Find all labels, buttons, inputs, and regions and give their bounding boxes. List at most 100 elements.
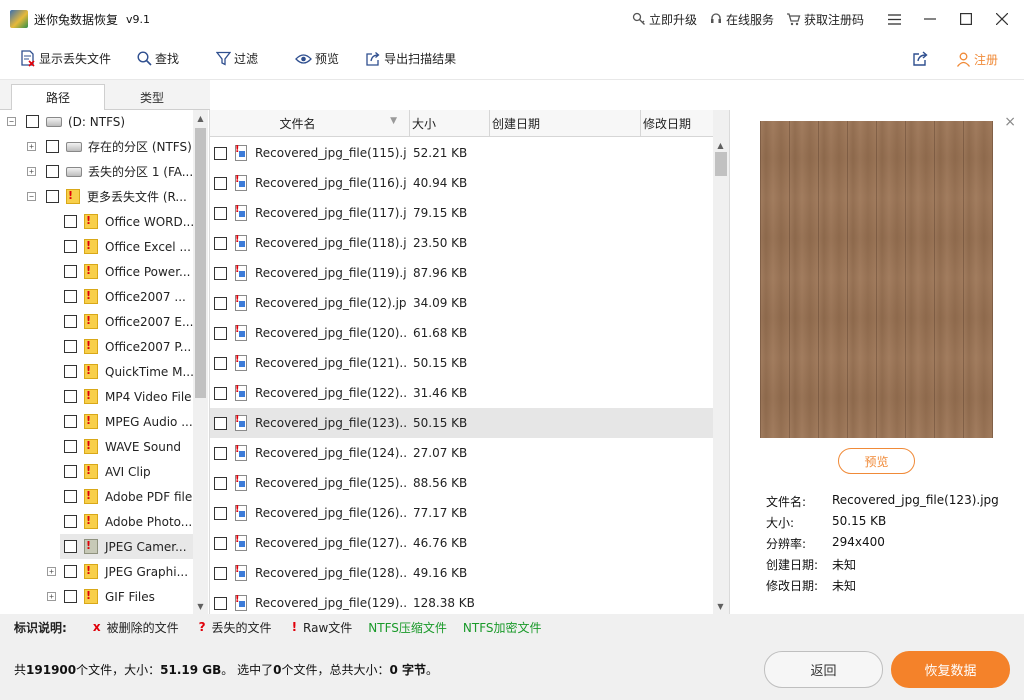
file-checkbox[interactable] [214, 146, 227, 160]
column-header-name[interactable]: 文件名 ▼ [210, 110, 410, 137]
upgrade-link[interactable]: 立即升级 [632, 11, 697, 28]
tree-checkbox[interactable] [64, 265, 77, 278]
tree-checkbox[interactable] [64, 465, 77, 478]
expand-toggle-icon[interactable]: + [47, 567, 56, 576]
tree-item-adobe-pdf[interactable]: Adobe PDF file [48, 484, 194, 509]
tree-item-office-powerpoint[interactable]: Office Power... [48, 259, 194, 284]
menu-button[interactable] [876, 0, 912, 38]
minimize-button[interactable] [912, 0, 948, 38]
tree-item-quicktime[interactable]: QuickTime M... [48, 359, 194, 384]
file-row[interactable]: Recovered_jpg_file(124).... 27.07 KB [210, 438, 714, 468]
tree-root-row[interactable]: − (D: NTFS) [0, 110, 125, 134]
file-row[interactable]: Recovered_jpg_file(125).... 88.56 KB [210, 468, 714, 498]
file-row[interactable]: Recovered_jpg_file(123).... 50.15 KB [210, 408, 714, 438]
find-button[interactable]: 查找 [137, 38, 179, 80]
file-checkbox[interactable] [214, 506, 227, 520]
file-row[interactable]: Recovered_jpg_file(128).... 49.16 KB [210, 558, 714, 588]
share-button[interactable] [912, 38, 932, 80]
register-button[interactable]: 注册 [956, 38, 998, 80]
tree-checkbox[interactable] [46, 190, 59, 203]
scroll-up-arrow-icon[interactable]: ▲ [193, 110, 208, 126]
file-checkbox[interactable] [214, 476, 227, 490]
tree-checkbox[interactable] [64, 415, 77, 428]
file-checkbox[interactable] [214, 296, 227, 310]
preview-button[interactable]: 预览 [295, 38, 339, 80]
tree-node-existing-partition[interactable]: + 存在的分区 (NTFS) [0, 134, 192, 159]
tree-checkbox[interactable] [26, 115, 39, 128]
file-checkbox[interactable] [214, 326, 227, 340]
file-row[interactable]: Recovered_jpg_file(121).... 50.15 KB [210, 348, 714, 378]
file-row[interactable]: Recovered_jpg_file(117).j... 79.15 KB [210, 198, 714, 228]
tree-node-lost-partition[interactable]: + 丢失的分区 1 (FA... [0, 159, 193, 184]
column-header-modified[interactable]: 修改日期 [641, 110, 714, 137]
expand-toggle-icon[interactable]: + [27, 167, 36, 176]
file-row[interactable]: Recovered_jpg_file(129).... 128.38 KB [210, 588, 714, 614]
tree-checkbox[interactable] [64, 240, 77, 253]
tree-checkbox[interactable] [64, 365, 77, 378]
tree-checkbox[interactable] [64, 390, 77, 403]
back-button[interactable]: 返回 [764, 651, 883, 688]
tab-type[interactable]: 类型 [105, 84, 199, 110]
filter-button[interactable]: 过滤 [216, 38, 258, 80]
file-row[interactable]: Recovered_jpg_file(120).... 61.68 KB [210, 318, 714, 348]
tree-checkbox[interactable] [64, 290, 77, 303]
tree-item-office2007-powerpoint[interactable]: Office2007 P... [48, 334, 194, 359]
expand-toggle-icon[interactable]: + [27, 142, 36, 151]
tree-checkbox[interactable] [46, 140, 59, 153]
tree-item-wave-sound[interactable]: WAVE Sound [48, 434, 194, 459]
tree-checkbox[interactable] [64, 215, 77, 228]
column-header-created[interactable]: 创建日期 [490, 110, 641, 137]
tree-checkbox[interactable] [64, 490, 77, 503]
file-row[interactable]: Recovered_jpg_file(119).j... 87.96 KB [210, 258, 714, 288]
get-code-link[interactable]: 获取注册码 [786, 11, 864, 28]
show-lost-files-button[interactable]: 显示丢失文件 [20, 38, 111, 80]
file-checkbox[interactable] [214, 416, 227, 430]
expand-toggle-icon[interactable]: + [47, 592, 56, 601]
tree-scrollbar-thumb[interactable] [195, 128, 206, 398]
scroll-up-arrow-icon[interactable]: ▲ [713, 137, 728, 153]
file-checkbox[interactable] [214, 236, 227, 250]
tree-item-office2007-excel[interactable]: Office2007 E... [48, 309, 194, 334]
file-row[interactable]: Recovered_jpg_file(12).jpg 34.09 KB [210, 288, 714, 318]
tree-item-office-excel[interactable]: Office Excel ... [48, 234, 194, 259]
tree-item-office-word[interactable]: Office WORD... [48, 209, 194, 234]
tree-item-jpeg-camera[interactable]: JPEG Camer... [60, 534, 194, 559]
file-checkbox[interactable] [214, 596, 227, 610]
tree-checkbox[interactable] [64, 315, 77, 328]
recover-data-button[interactable]: 恢复数据 [891, 651, 1010, 688]
column-header-size[interactable]: 大小 [410, 110, 490, 137]
tree-checkbox[interactable] [64, 515, 77, 528]
file-list-scrollbar-thumb[interactable] [715, 152, 727, 176]
tree-item-gif-files[interactable]: + GIF Files [44, 584, 194, 609]
online-service-link[interactable]: 在线服务 [709, 11, 774, 28]
file-checkbox[interactable] [214, 266, 227, 280]
tree-node-more-lost-files[interactable]: − 更多丢失文件 (R... [0, 184, 187, 209]
preview-image-button[interactable]: 预览 [838, 448, 915, 474]
tree-checkbox[interactable] [64, 440, 77, 453]
collapse-toggle-icon[interactable]: − [27, 192, 36, 201]
tree-checkbox[interactable] [46, 165, 59, 178]
export-results-button[interactable]: 导出扫描结果 [365, 38, 456, 80]
file-checkbox[interactable] [214, 386, 227, 400]
scroll-down-arrow-icon[interactable]: ▼ [193, 598, 208, 614]
tree-scrollbar[interactable]: ▲ ▼ [193, 110, 208, 614]
tree-checkbox[interactable] [64, 565, 77, 578]
tree-checkbox[interactable] [64, 340, 77, 353]
file-row[interactable]: Recovered_jpg_file(115).j... 52.21 KB [210, 138, 714, 168]
close-button[interactable] [984, 0, 1020, 38]
file-checkbox[interactable] [214, 176, 227, 190]
tree-checkbox[interactable] [64, 540, 77, 553]
tree-item-office2007[interactable]: Office2007 ... [48, 284, 194, 309]
file-row[interactable]: Recovered_jpg_file(118).j... 23.50 KB [210, 228, 714, 258]
maximize-button[interactable] [948, 0, 984, 38]
tree-item-mpeg-audio[interactable]: MPEG Audio ... [48, 409, 194, 434]
file-checkbox[interactable] [214, 566, 227, 580]
tree-item-jpeg-graphics[interactable]: + JPEG Graphi... [44, 559, 194, 584]
file-checkbox[interactable] [214, 206, 227, 220]
file-checkbox[interactable] [214, 356, 227, 370]
file-list-scrollbar[interactable]: ▲ ▼ [713, 110, 729, 614]
file-checkbox[interactable] [214, 536, 227, 550]
file-row[interactable]: Recovered_jpg_file(127).... 46.76 KB [210, 528, 714, 558]
tab-path[interactable]: 路径 [11, 84, 105, 111]
file-row[interactable]: Recovered_jpg_file(116).j... 40.94 KB [210, 168, 714, 198]
